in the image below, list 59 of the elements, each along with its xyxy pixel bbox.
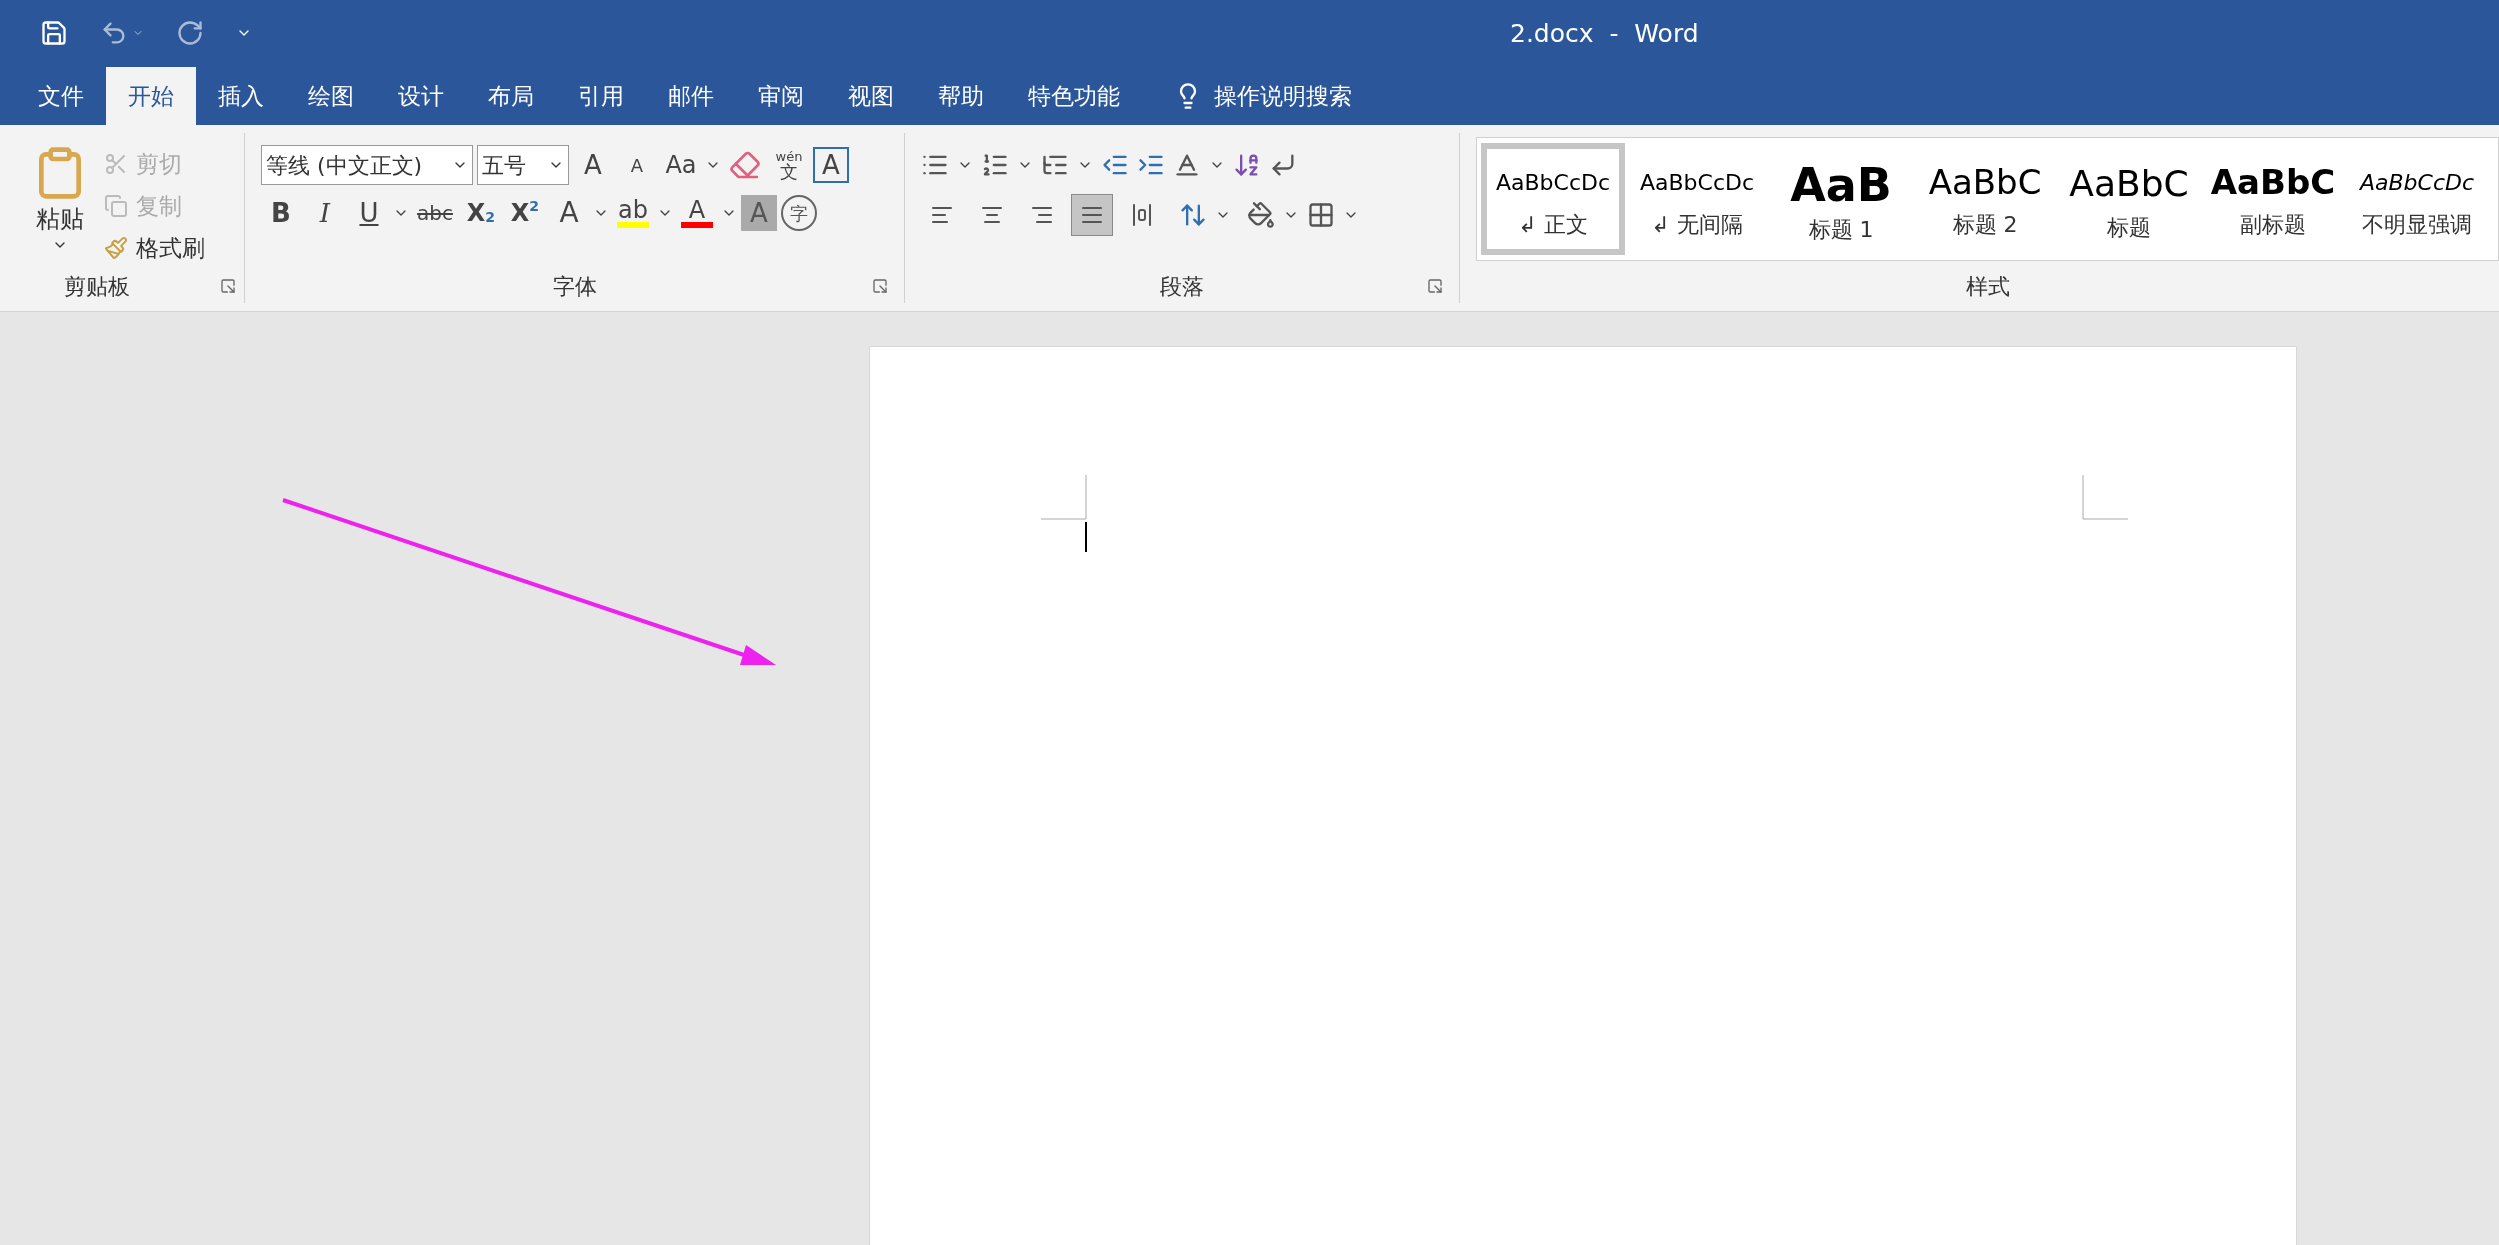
ribbon-tab[interactable]: 插入: [196, 67, 286, 125]
alignment-button[interactable]: [1071, 194, 1113, 236]
group-label: 段落: [1160, 272, 1204, 301]
underline-button[interactable]: U: [349, 193, 389, 233]
font-size-field[interactable]: 五号: [477, 145, 569, 185]
style-gallery-item[interactable]: AaBbC 副标题: [2201, 143, 2345, 255]
grow-font-button[interactable]: A: [573, 145, 613, 185]
style-gallery-item[interactable]: AaBbCcDc ↲ 无间隔: [1625, 143, 1769, 255]
paste-button[interactable]: 粘贴: [32, 145, 88, 269]
ribbon-tab[interactable]: 文件: [16, 67, 106, 125]
paint-bucket-icon[interactable]: [1247, 201, 1275, 229]
redo-icon[interactable]: [176, 18, 204, 47]
group-label: 字体: [552, 272, 597, 301]
style-gallery-item[interactable]: AaBbC 标题 2: [1913, 143, 2057, 255]
save-icon[interactable]: [40, 18, 68, 47]
dialog-launcher-icon[interactable]: [872, 278, 888, 294]
text-effects-button[interactable]: A: [548, 193, 589, 233]
ribbon-tab[interactable]: 布局: [466, 67, 556, 125]
eraser-icon[interactable]: [729, 149, 761, 181]
enclose-characters-button[interactable]: 字: [780, 195, 817, 231]
tell-me-search[interactable]: 操作说明搜索: [1214, 78, 1352, 114]
style-gallery-item[interactable]: AaBbC 标题: [2057, 143, 2201, 255]
ribbon-tab[interactable]: 绘图: [286, 67, 376, 125]
font-color-button[interactable]: A: [676, 193, 717, 233]
group-label: 样式: [1965, 272, 2010, 301]
dialog-launcher-icon[interactable]: [1427, 278, 1443, 294]
phonetic-guide-button[interactable]: wén 文: [769, 145, 809, 185]
style-gallery-item[interactable]: AaBbCcDc 不明显强调: [2345, 143, 2489, 255]
scissors-icon: [104, 152, 128, 176]
character-border-button[interactable]: A: [813, 147, 849, 183]
ribbon-tab[interactable]: 审阅: [736, 67, 826, 125]
change-case-button[interactable]: Aa: [661, 145, 701, 185]
italic-button[interactable]: I: [305, 193, 345, 233]
text-cursor: [1085, 522, 1087, 552]
margin-corner-icon: [1041, 475, 1087, 521]
ribbon-tab[interactable]: 视图: [826, 67, 916, 125]
group-label: 剪贴板: [64, 272, 130, 301]
align-distributed-icon: [1130, 203, 1154, 227]
dialog-launcher-icon[interactable]: [220, 278, 236, 294]
ribbon-tab[interactable]: 邮件: [646, 67, 736, 125]
paintbrush-icon: [104, 236, 128, 260]
margin-corner-icon: [2082, 475, 2128, 521]
copy-icon: [104, 194, 128, 218]
style-gallery-item[interactable]: AaB 标题 1: [1769, 143, 1913, 255]
font-name-field[interactable]: 等线 (中文正文): [261, 145, 473, 185]
bold-button[interactable]: B: [261, 193, 301, 233]
clipboard-command[interactable]: 格式刷: [104, 229, 205, 267]
borders-icon[interactable]: [1307, 201, 1335, 229]
ribbon-tab[interactable]: 开始: [106, 67, 196, 125]
shrink-font-button[interactable]: A: [617, 145, 657, 185]
ribbon-tab[interactable]: 帮助: [916, 67, 1006, 125]
ribbon-tab[interactable]: 特色功能: [1006, 67, 1142, 125]
style-gallery-item[interactable]: AaBbCcDc ↲ 正文: [1481, 143, 1625, 255]
superscript-button[interactable]: X$^{2}$: [504, 193, 545, 233]
ribbon-tab[interactable]: 引用: [556, 67, 646, 125]
highlight-button[interactable]: ab: [612, 193, 653, 233]
ribbon-tab[interactable]: 设计: [376, 67, 466, 125]
strikethrough-button[interactable]: abc: [413, 193, 457, 233]
window-title: 2.docx - Word: [1510, 18, 1699, 50]
